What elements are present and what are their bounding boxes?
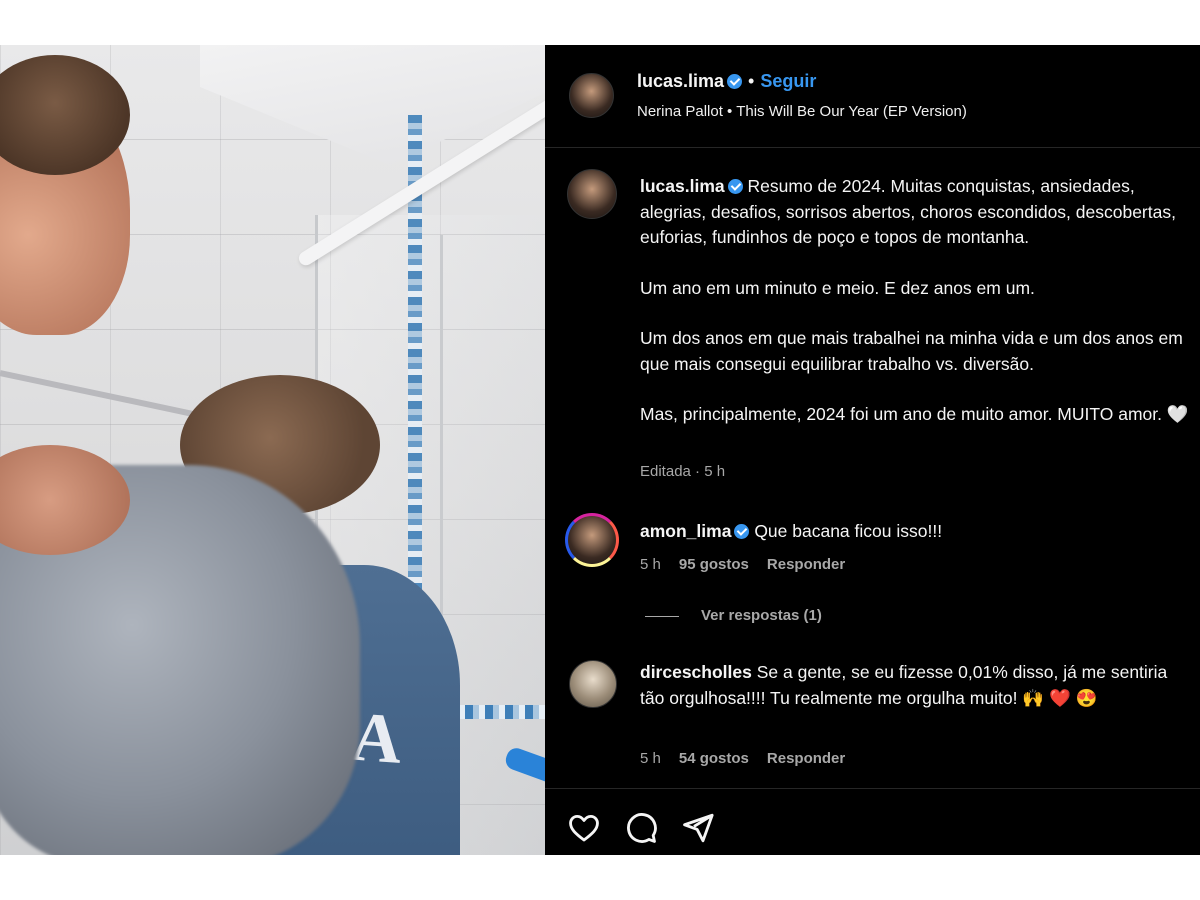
comment-likes[interactable]: 95 gostos: [679, 556, 749, 573]
follow-button[interactable]: Seguir: [760, 71, 816, 91]
audio-track-link[interactable]: Nerina Pallot • This Will Be Our Year (E…: [637, 103, 967, 120]
comment-text: amon_lima Que bacana ficou isso!!!: [640, 519, 1190, 545]
comment-actions: 5 h 95 gostos Responder: [640, 556, 863, 573]
reply-button[interactable]: Responder: [767, 556, 845, 573]
comment-time: 5 h: [640, 556, 661, 573]
comment-actions: 5 h 54 gostos Responder: [640, 750, 863, 767]
verified-badge-icon: [727, 179, 743, 194]
comment-username[interactable]: dircescholles: [640, 662, 752, 682]
caption-avatar[interactable]: [567, 169, 617, 219]
caption-paragraph: Um ano em um minuto e meio. E dez anos e…: [640, 277, 1035, 298]
caption-paragraph: Um dos anos em que mais trabalhei na min…: [640, 328, 1183, 374]
caption-paragraph: Mas, principalmente, 2024 foi um ano de …: [640, 404, 1189, 424]
caption-username[interactable]: lucas.lima: [640, 176, 725, 196]
verified-badge-icon: [734, 524, 750, 539]
verified-badge-icon: [727, 74, 743, 89]
blue-tile-stripe-horizontal: [445, 705, 545, 719]
author-username[interactable]: lucas.lima: [637, 71, 724, 91]
comment-username[interactable]: amon_lima: [640, 521, 731, 541]
comment-icon[interactable]: [624, 811, 658, 845]
view-replies-label: Ver respostas (1): [701, 607, 822, 624]
comment-body: Que bacana ficou isso!!!: [754, 521, 943, 541]
heart-icon[interactable]: [567, 811, 601, 845]
replies-divider: [645, 615, 679, 617]
comment-text: dircescholles Se a gente, se eu fizesse …: [640, 660, 1190, 711]
caption-meta: Editada · 5 h: [640, 463, 726, 480]
author-line: lucas.lima • Seguir: [637, 71, 816, 92]
post-side-panel: lucas.lima • Seguir Nerina Pallot • This W…: [545, 45, 1200, 855]
send-icon[interactable]: [681, 811, 715, 845]
comment-time: 5 h: [640, 750, 661, 767]
commenter-avatar[interactable]: [565, 513, 619, 567]
view-replies-button[interactable]: Ver respostas (1): [645, 607, 822, 624]
caption-text: lucas.lima Resumo de 2024. Muitas conqui…: [640, 174, 1200, 453]
author-avatar[interactable]: [569, 73, 614, 118]
reply-button[interactable]: Responder: [767, 750, 845, 767]
commenter-avatar[interactable]: [569, 660, 617, 708]
post-video[interactable]: IANA: [0, 45, 545, 855]
instagram-post-modal: IANA lucas.lima •Seguir Nerina Pallot • T…: [0, 45, 1200, 855]
comment-likes[interactable]: 54 gostos: [679, 750, 749, 767]
post-header: lucas.lima • Seguir Nerina Pallot • This W…: [545, 45, 1200, 148]
action-bar: [545, 788, 1200, 855]
separator-dot: •: [748, 71, 755, 91]
